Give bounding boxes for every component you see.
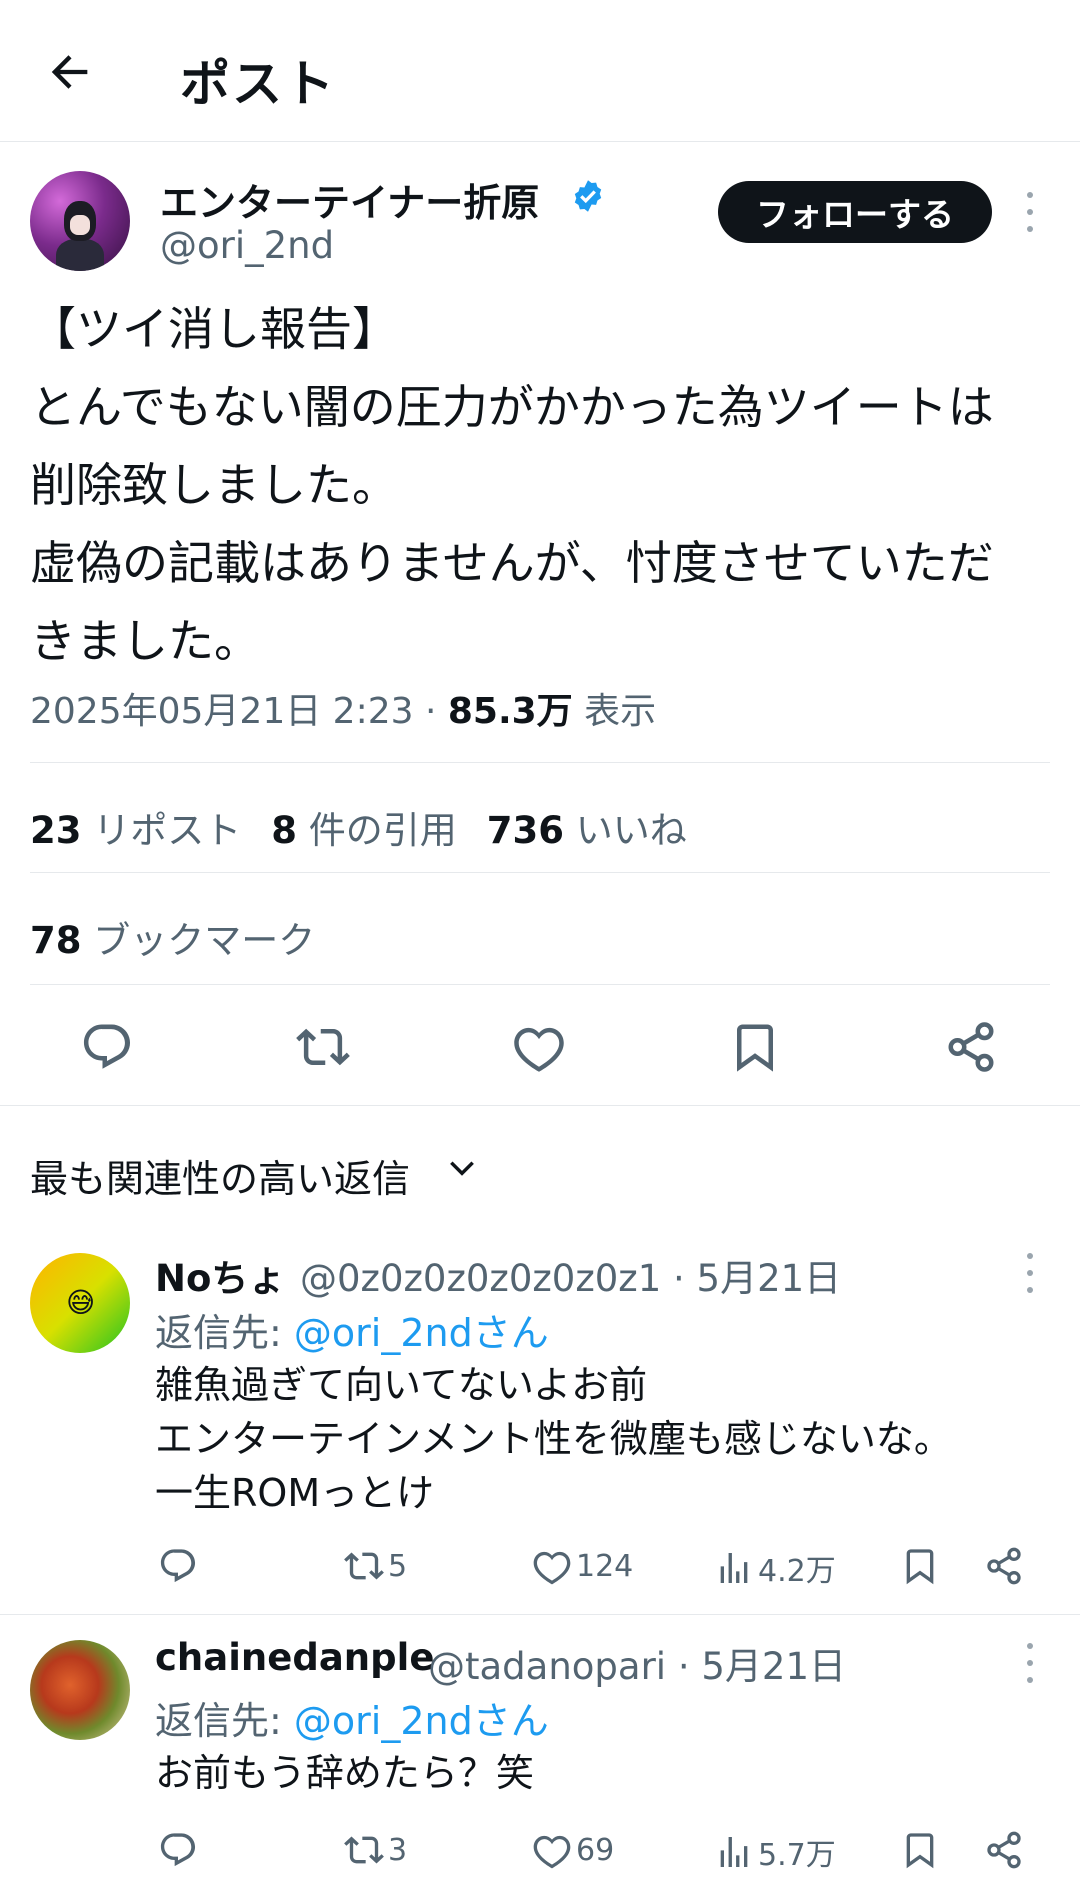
repost-count: 5 bbox=[388, 1548, 408, 1584]
view-count: 4.2万 bbox=[758, 1554, 836, 1589]
reply-to-prefix: 返信先: bbox=[155, 1699, 294, 1743]
reposts-label: リポスト bbox=[93, 809, 242, 852]
quotes-label: 件の引用 bbox=[308, 809, 457, 852]
like-count: 69 bbox=[576, 1832, 615, 1868]
author-avatar[interactable] bbox=[30, 171, 130, 271]
bookmarks-label: ブックマーク bbox=[93, 919, 316, 962]
page-title: ポスト bbox=[180, 55, 336, 113]
follow-button[interactable]: フォローする bbox=[718, 181, 992, 243]
view-label: 表示 bbox=[584, 691, 657, 732]
like-heart-icon bbox=[533, 1835, 571, 1869]
reply-views[interactable]: 5.7万 bbox=[714, 1830, 836, 1874]
reply-author-name[interactable]: chainedanple bbox=[155, 1636, 434, 1679]
repost-count: 3 bbox=[388, 1832, 408, 1868]
chevron-down-icon[interactable] bbox=[446, 1152, 478, 1184]
reply-repost[interactable]: 3 bbox=[344, 1830, 407, 1870]
post-text: 【ツイ消し報告】 とんでもない闇の圧力がかかった為ツイートは 削除致しました。 … bbox=[30, 302, 994, 668]
post-date[interactable]: 2025年05月21日 2:23 · bbox=[30, 691, 448, 732]
verified-badge-icon bbox=[570, 178, 606, 214]
view-count: 85.3万 bbox=[447, 691, 573, 732]
author-name[interactable]: エンターテイナー折原 bbox=[160, 172, 539, 227]
bookmark-icon[interactable] bbox=[900, 1546, 944, 1586]
quotes-stat[interactable]: 8 件の引用 bbox=[271, 809, 457, 852]
author-handle[interactable]: @ori_2nd bbox=[160, 224, 334, 267]
view-count: 5.7万 bbox=[758, 1838, 836, 1873]
analytics-bars-icon bbox=[720, 1837, 748, 1867]
reply-to-line: 返信先: @ori_2ndさん bbox=[155, 1690, 549, 1745]
share-icon[interactable] bbox=[984, 1830, 1028, 1870]
like-heart-icon[interactable] bbox=[512, 1020, 566, 1074]
engagement-stats: 23 リポスト 8 件の引用 736 いいね bbox=[30, 800, 687, 854]
reply-to-line: 返信先: @ori_2ndさん bbox=[155, 1302, 549, 1357]
reply-avatar[interactable]: 😅 bbox=[30, 1253, 130, 1353]
repost-icon bbox=[344, 1836, 384, 1864]
more-options-icon[interactable] bbox=[1020, 192, 1040, 232]
post-meta: 2025年05月21日 2:23 · 85.3万 表示 bbox=[30, 682, 656, 734]
reply-like[interactable]: 69 bbox=[532, 1830, 614, 1870]
repost-icon bbox=[344, 1552, 384, 1580]
analytics-bars-icon bbox=[720, 1553, 748, 1583]
emoji-avatar-icon: 😅 bbox=[66, 1286, 96, 1319]
reply-text: 雑魚過ぎて向いてないよお前 エンターテインメント性を微塵も感じないな。 一生RO… bbox=[155, 1363, 952, 1515]
divider bbox=[30, 984, 1050, 985]
likes-stat[interactable]: 736 いいね bbox=[487, 809, 687, 852]
divider bbox=[0, 1614, 1080, 1615]
bookmark-icon[interactable] bbox=[728, 1020, 782, 1074]
bookmarks-stat[interactable]: 78 ブックマーク bbox=[30, 910, 315, 964]
reply-to-prefix: 返信先: bbox=[155, 1311, 294, 1355]
divider bbox=[30, 762, 1050, 763]
reply-repost[interactable]: 5 bbox=[344, 1546, 407, 1586]
likes-label: いいね bbox=[575, 809, 687, 852]
reply-author-handle[interactable]: @0z0z0z0z0z0z0z1 · 5月21日 bbox=[300, 1248, 841, 1302]
reposts-stat[interactable]: 23 リポスト bbox=[30, 809, 241, 852]
share-icon[interactable] bbox=[944, 1020, 998, 1074]
repost-icon[interactable] bbox=[296, 1020, 350, 1074]
reply-icon[interactable] bbox=[80, 1020, 134, 1074]
reply-text: お前もう辞めたら？笑 bbox=[155, 1751, 534, 1795]
like-heart-icon bbox=[533, 1551, 571, 1585]
more-options-icon[interactable] bbox=[1020, 1643, 1040, 1683]
reply-author-handle[interactable]: @tadanopari · 5月21日 bbox=[428, 1636, 846, 1690]
reply-reply-icon[interactable] bbox=[158, 1830, 202, 1870]
like-count: 124 bbox=[576, 1548, 634, 1584]
reply-views[interactable]: 4.2万 bbox=[714, 1546, 836, 1590]
reply-avatar[interactable] bbox=[30, 1640, 130, 1740]
reply-like[interactable]: 124 bbox=[532, 1546, 633, 1586]
likes-count: 736 bbox=[486, 809, 565, 852]
reply-to-link[interactable]: @ori_2ndさん bbox=[294, 1311, 549, 1355]
reply-author-name[interactable]: Noちょ bbox=[155, 1248, 285, 1302]
quotes-count: 8 bbox=[271, 809, 298, 852]
top-bar: ポスト bbox=[0, 0, 1080, 142]
reply-sort-selector[interactable]: 最も関連性の高い返信 bbox=[30, 1148, 410, 1203]
reposts-count: 23 bbox=[30, 809, 82, 852]
divider bbox=[0, 1105, 1080, 1106]
divider bbox=[30, 872, 1050, 873]
bookmarks-count: 78 bbox=[30, 919, 82, 962]
share-icon[interactable] bbox=[984, 1546, 1028, 1586]
back-arrow-icon[interactable] bbox=[44, 46, 96, 98]
bookmark-icon[interactable] bbox=[900, 1830, 944, 1870]
reply-to-link[interactable]: @ori_2ndさん bbox=[294, 1699, 549, 1743]
reply-reply-icon[interactable] bbox=[158, 1546, 202, 1586]
more-options-icon[interactable] bbox=[1020, 1253, 1040, 1293]
